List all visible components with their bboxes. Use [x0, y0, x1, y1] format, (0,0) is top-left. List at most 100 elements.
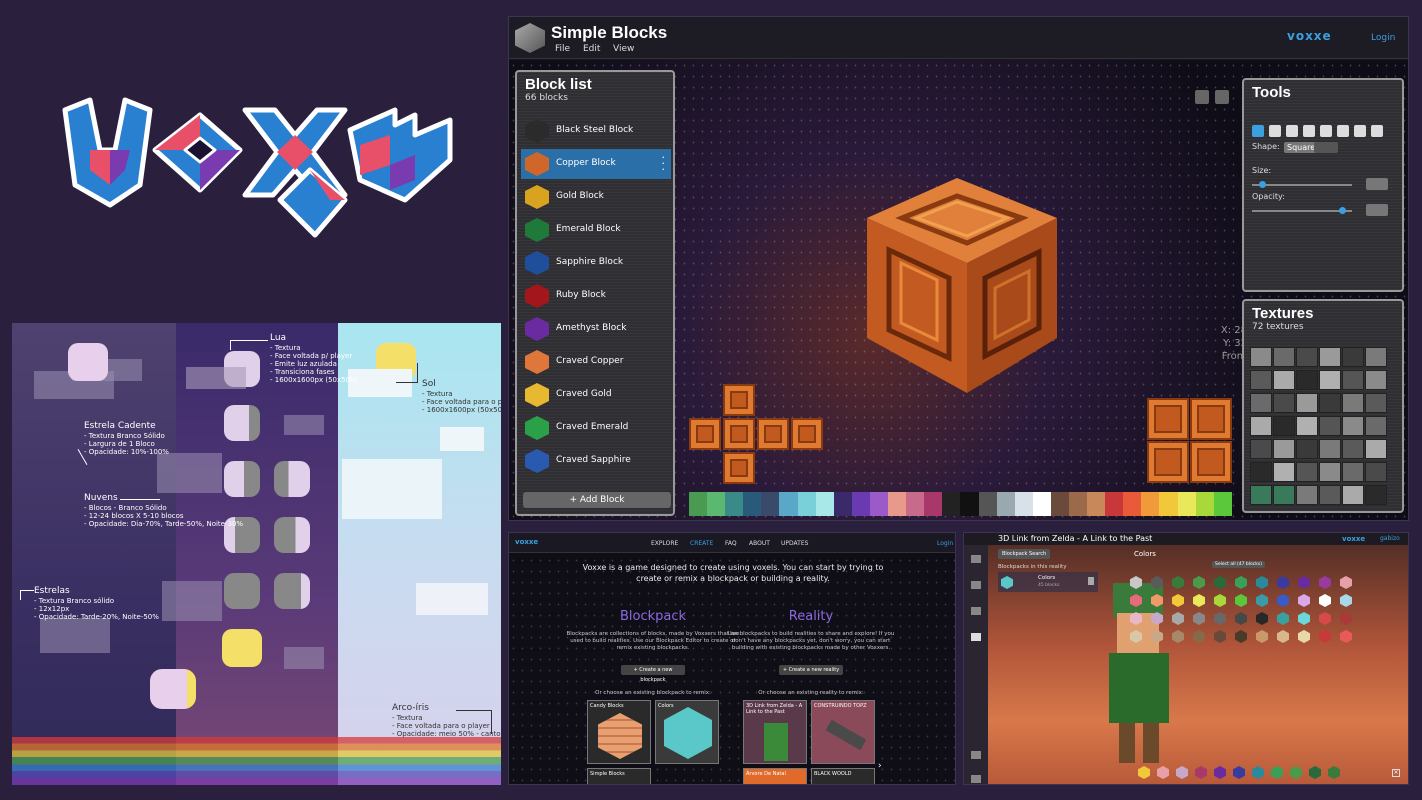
- texture-tile[interactable]: [1296, 393, 1318, 413]
- palette-swatch[interactable]: [725, 492, 744, 516]
- recent-block-hex[interactable]: [1195, 766, 1207, 779]
- texture-tile[interactable]: [1342, 370, 1364, 390]
- color-block-hex[interactable]: [1298, 594, 1310, 607]
- color-block-hex[interactable]: [1193, 630, 1205, 643]
- color-block-hex[interactable]: [1277, 612, 1289, 625]
- block-item[interactable]: Emerald Block: [521, 215, 671, 245]
- collapse-icon[interactable]: [971, 751, 981, 759]
- block-item[interactable]: Craved Gold: [521, 380, 671, 410]
- home-icon[interactable]: [971, 555, 981, 563]
- texture-tile[interactable]: [1250, 416, 1272, 436]
- close-icon[interactable]: ×: [1392, 769, 1400, 777]
- texture-tile[interactable]: [1342, 462, 1364, 482]
- block-item[interactable]: Craved Sapphire: [521, 446, 671, 476]
- opacity-slider[interactable]: [1252, 207, 1352, 214]
- texture-tile[interactable]: [1365, 485, 1387, 505]
- color-block-hex[interactable]: [1172, 630, 1184, 643]
- block-item[interactable]: Sapphire Block: [521, 248, 671, 278]
- reality-card[interactable]: BLACK WOOLD: [811, 768, 875, 784]
- palette-swatch[interactable]: [1213, 492, 1232, 516]
- recent-block-hex[interactable]: [1290, 766, 1302, 779]
- copper-block-3d-model[interactable]: [857, 168, 1067, 403]
- create-blockpack-button[interactable]: + Create a new blockpack: [621, 665, 685, 683]
- color-block-hex[interactable]: [1319, 576, 1331, 589]
- color-block-hex[interactable]: [1214, 612, 1226, 625]
- palette-swatch[interactable]: [797, 492, 816, 516]
- texture-tile[interactable]: [1273, 347, 1295, 367]
- texture-tile[interactable]: [1250, 439, 1272, 459]
- texture-tile[interactable]: [1296, 485, 1318, 505]
- palette-swatch[interactable]: [1105, 492, 1124, 516]
- block-face-bottom[interactable]: [723, 452, 755, 484]
- color-block-hex[interactable]: [1235, 612, 1247, 625]
- opacity-value-box[interactable]: [1366, 204, 1388, 216]
- nav-updates[interactable]: UPDATES: [781, 540, 808, 547]
- palette-swatch[interactable]: [779, 492, 798, 516]
- block-face-back[interactable]: [791, 418, 823, 450]
- texture-tile[interactable]: [1273, 462, 1295, 482]
- texture-tile[interactable]: [1250, 462, 1272, 482]
- texture-tile[interactable]: [1250, 485, 1272, 505]
- 3d-viewport[interactable]: Block list 66 blocks Black Steel Block C…: [509, 60, 1408, 520]
- texture-tile[interactable]: [1342, 347, 1364, 367]
- recent-block-hex[interactable]: [1233, 766, 1245, 779]
- recent-block-hex[interactable]: [1328, 766, 1340, 779]
- texture-tile[interactable]: [1250, 347, 1272, 367]
- color-block-hex[interactable]: [1214, 630, 1226, 643]
- texture-tile[interactable]: [1273, 439, 1295, 459]
- nav-faq[interactable]: FAQ: [725, 540, 737, 547]
- block-item-selected[interactable]: Copper Block · · ·: [521, 149, 671, 179]
- texture-tile[interactable]: [1250, 393, 1272, 413]
- texture-tile[interactable]: [1319, 393, 1341, 413]
- palette-swatch[interactable]: [1177, 492, 1196, 516]
- palette-swatch[interactable]: [1014, 492, 1033, 516]
- texture-tile[interactable]: [1319, 416, 1341, 436]
- color-block-hex[interactable]: [1172, 594, 1184, 607]
- color-block-hex[interactable]: [1340, 576, 1352, 589]
- palette-swatch[interactable]: [1087, 492, 1106, 516]
- select-icon[interactable]: [1371, 125, 1383, 137]
- texture-tile[interactable]: [1296, 439, 1318, 459]
- color-block-hex[interactable]: [1214, 594, 1226, 607]
- recent-block-hex[interactable]: [1176, 766, 1188, 779]
- block-face-front[interactable]: [723, 418, 755, 450]
- brush-icon[interactable]: [1269, 125, 1281, 137]
- texture-tile[interactable]: [1319, 370, 1341, 390]
- texture-tile[interactable]: [1342, 485, 1364, 505]
- color-block-hex[interactable]: [1277, 594, 1289, 607]
- size-slider[interactable]: [1252, 181, 1352, 188]
- texture-tile[interactable]: [1319, 485, 1341, 505]
- palette-swatch[interactable]: [888, 492, 907, 516]
- color-block-hex[interactable]: [1277, 576, 1289, 589]
- chevron-right-icon[interactable]: ›: [878, 761, 882, 771]
- add-block-button[interactable]: + Add Block: [523, 492, 671, 508]
- palette-swatch[interactable]: [1123, 492, 1142, 516]
- color-block-hex[interactable]: [1256, 630, 1268, 643]
- shape-circle-button[interactable]: [1314, 142, 1338, 153]
- eraser-icon[interactable]: [1320, 125, 1332, 137]
- palette-swatch[interactable]: [1159, 492, 1178, 516]
- color-block-hex[interactable]: [1193, 576, 1205, 589]
- color-block-hex[interactable]: [1256, 576, 1268, 589]
- color-block-hex[interactable]: [1340, 594, 1352, 607]
- palette-swatch[interactable]: [924, 492, 943, 516]
- texture-tile[interactable]: [1365, 462, 1387, 482]
- color-block-hex[interactable]: [1277, 630, 1289, 643]
- recent-block-hex[interactable]: [1309, 766, 1321, 779]
- menu-edit[interactable]: Edit: [583, 44, 600, 54]
- select-all-button[interactable]: Select all (47 blocks): [1212, 561, 1265, 568]
- color-block-hex[interactable]: [1340, 612, 1352, 625]
- color-block-hex[interactable]: [1319, 612, 1331, 625]
- color-block-hex[interactable]: [1235, 594, 1247, 607]
- recent-block-hex[interactable]: [1252, 766, 1264, 779]
- nav-create[interactable]: CREATE: [690, 540, 713, 547]
- view-toggle-button[interactable]: [1215, 90, 1229, 104]
- texture-tile[interactable]: [1342, 393, 1364, 413]
- blockpack-card[interactable]: Colors: [655, 700, 719, 764]
- back-icon[interactable]: [971, 775, 981, 783]
- blocks-grid-icon[interactable]: [971, 633, 981, 641]
- texture-tile[interactable]: [1273, 416, 1295, 436]
- view-toggle-button[interactable]: [1195, 90, 1209, 104]
- texture-tile[interactable]: [1365, 370, 1387, 390]
- texture-tile[interactable]: [1319, 347, 1341, 367]
